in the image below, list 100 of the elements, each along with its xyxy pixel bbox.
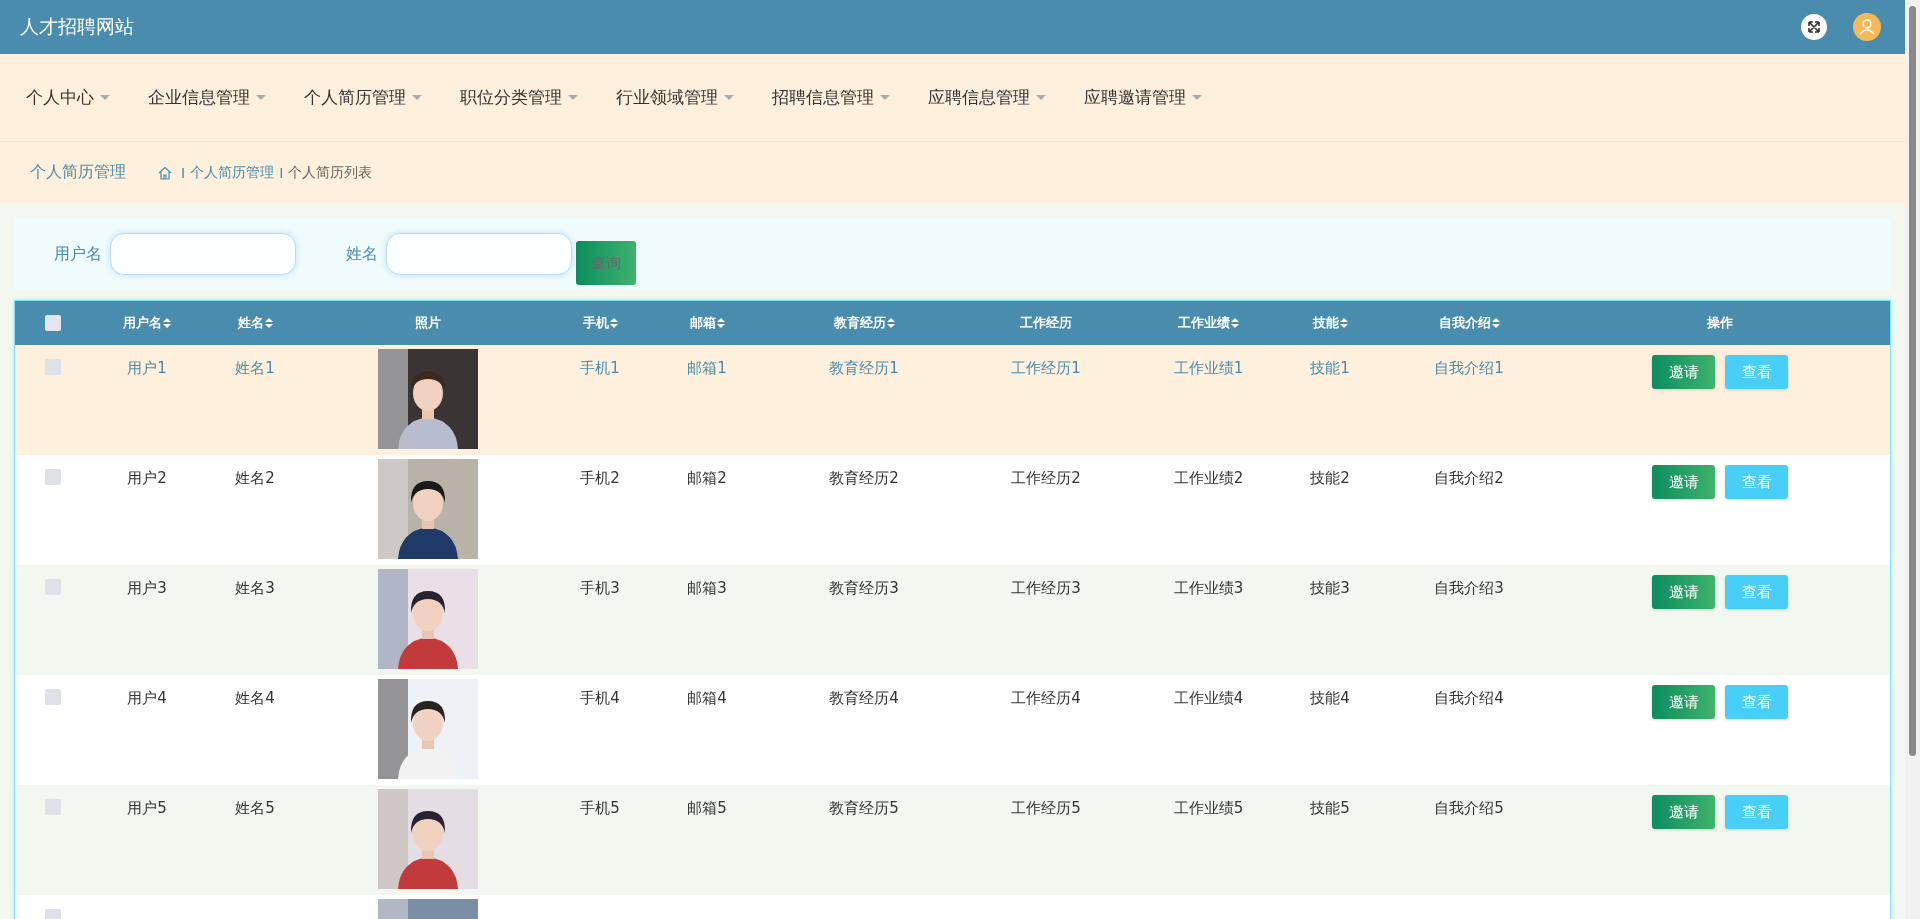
table-cell: 邮箱5 xyxy=(687,799,727,818)
table-cell: 教育经历3 xyxy=(829,579,899,598)
sort-icon[interactable] xyxy=(264,318,273,328)
column-header: 工作经历 xyxy=(1020,314,1072,332)
table-cell: 技能1 xyxy=(1310,359,1350,378)
table-cell: 用户5 xyxy=(127,799,167,818)
column-header[interactable]: 手机 xyxy=(582,314,618,332)
table-cell: 姓名1 xyxy=(235,359,275,378)
breadcrumb-separator: I xyxy=(181,164,186,181)
table-row[interactable]: 用户1 姓名1 手机1 邮箱1 教育经历1 工作经历1 工作业绩1 技能1 自我介绍1 邀请 查看 xyxy=(15,345,1890,455)
invite-button[interactable]: 邀请 xyxy=(1652,355,1715,389)
breadcrumb-separator: I xyxy=(279,164,284,181)
table-cell: 工作经历5 xyxy=(1011,799,1081,818)
table-row[interactable]: 用户5 姓名5 手机5 邮箱5 教育经历5 工作经历5 工作业绩5 技能5 自我介绍5 邀请 查看 xyxy=(15,785,1890,895)
search-field[interactable] xyxy=(386,233,572,275)
table-cell: 教育经历4 xyxy=(829,689,899,708)
table-cell: 技能2 xyxy=(1310,469,1350,488)
caret-icon xyxy=(880,94,890,101)
sort-icon[interactable] xyxy=(1491,318,1500,328)
caret-icon xyxy=(100,94,110,101)
table-cell: 工作经历3 xyxy=(1011,579,1081,598)
scrollbar[interactable] xyxy=(1905,0,1920,919)
invite-button[interactable]: 邀请 xyxy=(1652,465,1715,499)
nav-menu-item[interactable]: 职位分类管理 xyxy=(460,86,578,109)
table-cell: 自我介绍5 xyxy=(1434,799,1504,818)
table-cell: 教育经历2 xyxy=(829,469,899,488)
nav-menu-item[interactable]: 个人中心 xyxy=(26,86,110,109)
caret-icon xyxy=(412,94,422,101)
invite-button[interactable]: 邀请 xyxy=(1652,685,1715,719)
column-header[interactable]: 技能 xyxy=(1312,314,1348,332)
invite-button[interactable]: 邀请 xyxy=(1652,795,1715,829)
page-title: 个人简历管理 xyxy=(30,162,126,183)
table-cell: 手机2 xyxy=(580,469,620,488)
table-cell: 用户1 xyxy=(127,359,167,378)
table-cell: 姓名2 xyxy=(235,469,275,488)
table-row[interactable]: 用户3 姓名3 手机3 邮箱3 教育经历3 工作经历3 工作业绩3 技能3 自我介绍3 邀请 查看 xyxy=(15,565,1890,675)
home-icon[interactable] xyxy=(158,165,172,180)
row-checkbox[interactable] xyxy=(45,359,61,375)
nav-menu-item[interactable]: 企业信息管理 xyxy=(148,86,266,109)
nav-menu-item[interactable]: 行业领域管理 xyxy=(616,86,734,109)
nav-menu-item[interactable]: 应聘信息管理 xyxy=(928,86,1046,109)
sort-icon[interactable] xyxy=(1339,318,1348,328)
column-header[interactable]: 自我介绍 xyxy=(1438,314,1500,332)
table-cell: 工作业绩4 xyxy=(1173,689,1244,708)
sort-icon[interactable] xyxy=(609,318,618,328)
table-row[interactable]: 用户4 姓名4 手机4 邮箱4 教育经历4 工作经历4 工作业绩4 技能4 自我介绍4 邀请 查看 xyxy=(15,675,1890,785)
table-cell: 工作经历1 xyxy=(1011,359,1081,378)
column-header[interactable]: 姓名 xyxy=(237,314,273,332)
search-field[interactable] xyxy=(110,233,296,275)
table-cell: 姓名4 xyxy=(235,689,275,708)
row-checkbox[interactable] xyxy=(45,469,61,485)
table-cell: 手机1 xyxy=(580,359,620,378)
caret-icon xyxy=(1192,94,1202,101)
sort-icon[interactable] xyxy=(716,318,725,328)
table-cell: 工作业绩3 xyxy=(1173,579,1244,598)
column-header: 照片 xyxy=(415,314,441,332)
column-header[interactable]: 工作业绩 xyxy=(1178,314,1239,332)
table-cell: 手机3 xyxy=(580,579,620,598)
nav-menu-item[interactable]: 招聘信息管理 xyxy=(772,86,890,109)
table-cell: 教育经历5 xyxy=(829,799,899,818)
field-label: 用户名 xyxy=(54,243,102,265)
table-cell: 自我介绍1 xyxy=(1434,359,1504,378)
table-cell: 技能4 xyxy=(1310,689,1350,708)
table-cell: 自我介绍3 xyxy=(1434,579,1504,598)
column-header[interactable]: 用户名 xyxy=(123,314,171,332)
column-header[interactable]: 教育经历 xyxy=(833,314,895,332)
table-cell: 邮箱3 xyxy=(687,579,727,598)
table-cell: 工作经历2 xyxy=(1011,469,1081,488)
table-cell: 用户2 xyxy=(127,469,167,488)
table-cell: 工作业绩1 xyxy=(1173,359,1244,378)
table-cell: 工作业绩2 xyxy=(1173,469,1244,488)
table-cell: 手机4 xyxy=(580,689,620,708)
row-checkbox[interactable] xyxy=(45,689,61,705)
fullscreen-icon[interactable] xyxy=(1801,14,1827,40)
column-header: 操作 xyxy=(1707,314,1733,332)
caret-icon xyxy=(724,94,734,101)
nav-menu-item[interactable]: 个人简历管理 xyxy=(304,86,422,109)
table-cell: 工作业绩5 xyxy=(1173,799,1244,818)
table-row[interactable]: 用户2 姓名2 手机2 邮箱2 教育经历2 工作经历2 工作业绩2 技能2 自我介绍2 邀请 查看 xyxy=(15,455,1890,565)
breadcrumb-item: 个人简历列表 xyxy=(288,163,373,182)
invite-button[interactable]: 邀请 xyxy=(1652,575,1715,609)
breadcrumb-item[interactable]: 个人简历管理 xyxy=(190,163,275,182)
caret-icon xyxy=(1036,94,1046,101)
table-cell: 技能3 xyxy=(1310,579,1350,598)
user-avatar-icon[interactable] xyxy=(1853,13,1881,41)
nav-menu-item[interactable]: 应聘邀请管理 xyxy=(1084,86,1202,109)
sort-icon[interactable] xyxy=(886,318,895,328)
table-cell: 邮箱1 xyxy=(687,359,727,378)
caret-icon xyxy=(256,94,266,101)
select-all-checkbox[interactable] xyxy=(45,315,61,331)
sort-icon[interactable] xyxy=(1231,318,1239,328)
table-cell: 邮箱4 xyxy=(687,689,727,708)
field-label: 姓名 xyxy=(346,243,378,265)
table-cell: 工作经历4 xyxy=(1011,689,1081,708)
table-cell: 手机5 xyxy=(580,799,620,818)
table-cell: 邮箱2 xyxy=(687,469,727,488)
table-cell: 姓名3 xyxy=(235,579,275,598)
site-title: 人才招聘网站 xyxy=(20,14,134,39)
sort-icon[interactable] xyxy=(163,318,171,328)
column-header[interactable]: 邮箱 xyxy=(689,314,725,332)
